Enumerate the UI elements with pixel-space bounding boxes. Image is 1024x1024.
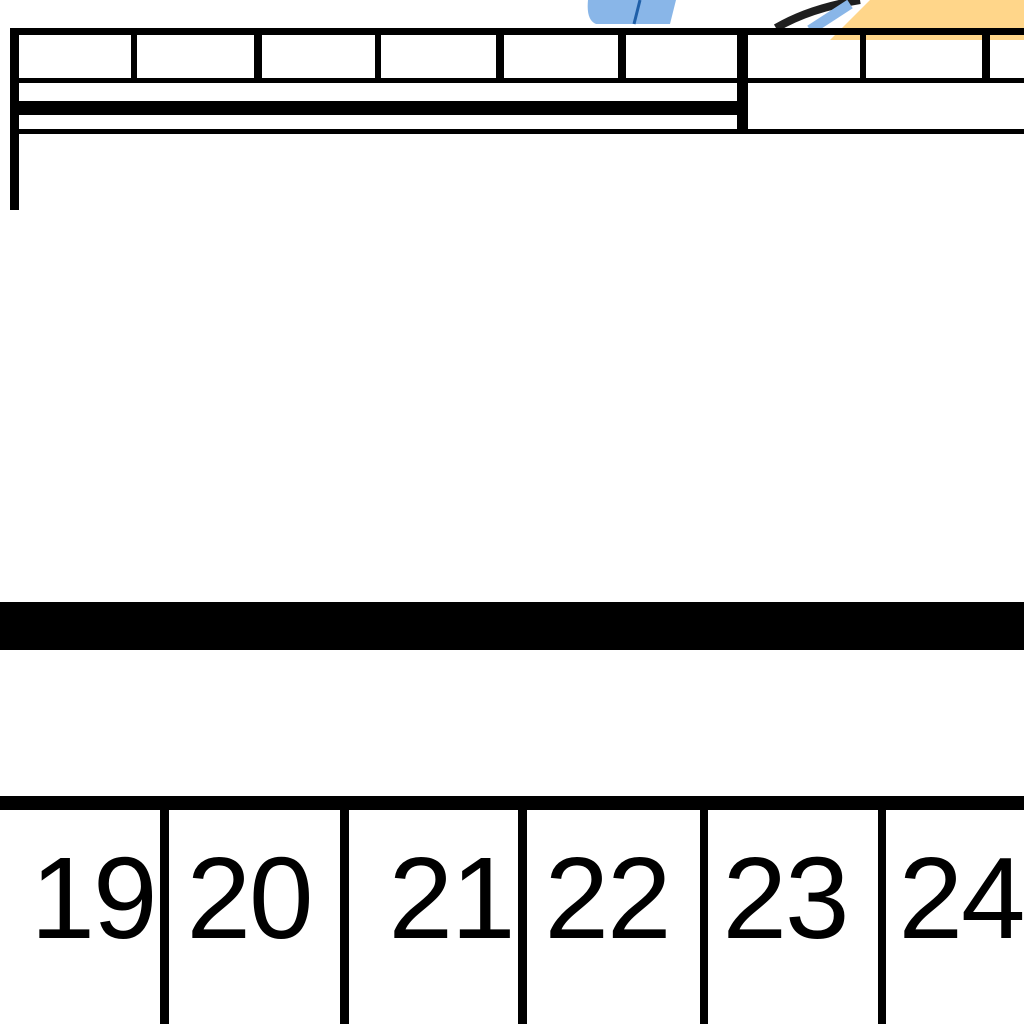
scale-number: 22 bbox=[544, 833, 671, 963]
grid-middle-line bbox=[10, 78, 1024, 83]
scale-divider bbox=[878, 810, 886, 1024]
scale-number: 21 bbox=[388, 833, 515, 963]
scale-divider bbox=[160, 810, 169, 1024]
grid-bottom-line bbox=[10, 129, 1024, 134]
scale-divider bbox=[340, 810, 349, 1024]
scale-top-line bbox=[0, 796, 1024, 810]
heavy-band bbox=[0, 602, 1024, 650]
scale-number: 23 bbox=[722, 833, 849, 963]
scale-number: 19 bbox=[30, 833, 157, 963]
scale-divider bbox=[518, 810, 527, 1024]
scale-number: 20 bbox=[186, 833, 313, 963]
grid-left-post bbox=[10, 28, 19, 210]
grid-thick-bar bbox=[10, 101, 748, 115]
grid-divider bbox=[860, 28, 866, 82]
grid-divider bbox=[254, 28, 262, 82]
grid-divider-major bbox=[737, 28, 748, 132]
grid-divider bbox=[618, 28, 626, 82]
scale-divider bbox=[700, 810, 708, 1024]
grid-divider bbox=[496, 28, 504, 82]
grid-divider bbox=[982, 28, 990, 82]
blue-shape-icon bbox=[587, 0, 676, 25]
grid-top-line bbox=[10, 28, 1024, 35]
grid-divider bbox=[131, 28, 137, 82]
scale-number: 24 bbox=[898, 833, 1024, 963]
grid-divider bbox=[375, 28, 381, 82]
